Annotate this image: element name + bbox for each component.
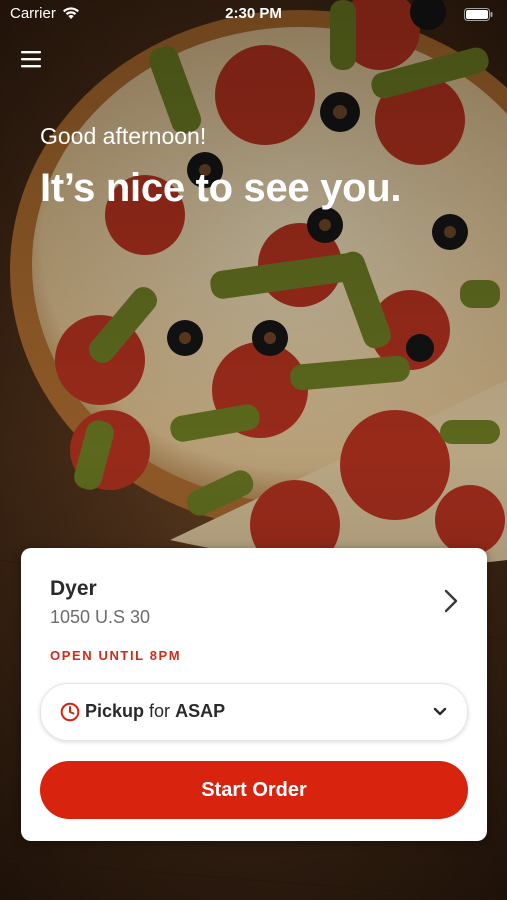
status-bar: Carrier 2:30 PM bbox=[0, 0, 507, 28]
store-hours-status: OPEN UNTIL 8PM bbox=[50, 648, 182, 663]
chevron-down-icon bbox=[433, 707, 447, 716]
welcome-headline: It’s nice to see you. bbox=[40, 166, 402, 210]
store-selector[interactable]: Dyer 1050 U.S 30 bbox=[21, 548, 487, 643]
clock-icon bbox=[60, 702, 80, 722]
order-mode-text: Pickup for ASAP bbox=[85, 701, 225, 722]
chevron-right-icon bbox=[444, 589, 458, 613]
order-mode-label: Pickup bbox=[85, 701, 145, 721]
hamburger-menu-icon[interactable] bbox=[19, 48, 43, 70]
store-name: Dyer bbox=[50, 577, 97, 600]
status-time: 2:30 PM bbox=[225, 5, 282, 22]
battery-icon bbox=[464, 8, 493, 21]
store-card: Dyer 1050 U.S 30 OPEN UNTIL 8PM Pickup f… bbox=[21, 548, 487, 841]
store-address: 1050 U.S 30 bbox=[50, 607, 151, 627]
order-time-label: ASAP bbox=[175, 701, 226, 721]
start-order-button[interactable]: Start Order bbox=[40, 761, 468, 819]
order-connector: for bbox=[149, 701, 171, 721]
greeting-text: Good afternoon! bbox=[40, 123, 207, 149]
app-screen: Carrier 2:30 PM Good afternoon! It’s nic… bbox=[0, 0, 507, 900]
order-mode-dropdown[interactable]: Pickup for ASAP bbox=[40, 683, 468, 741]
